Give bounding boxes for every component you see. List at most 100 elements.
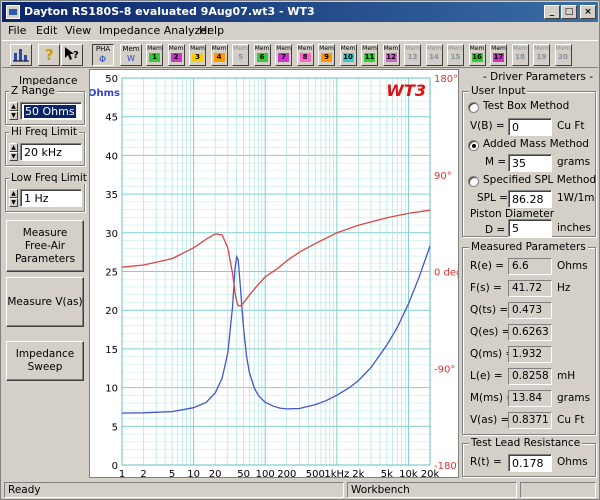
memory-slot-10-button[interactable]: Mem 10	[339, 44, 357, 66]
y2-tick-label: -90°	[434, 364, 455, 375]
hi-freq-label: Hi Freq Limit	[9, 126, 80, 138]
spin-up-icon[interactable]: ▲	[9, 143, 18, 152]
memory-slot-17-button[interactable]: Mem 17	[490, 44, 507, 66]
measure-free-air-button[interactable]: Measure Free-Air Parameters	[6, 220, 84, 272]
memory-slot-4-button[interactable]: Mem 4	[210, 44, 228, 66]
memory-slot-number: 3	[192, 53, 203, 62]
memory-slot-number: 13	[407, 53, 418, 62]
mem-w-button[interactable]: Mem W	[120, 44, 142, 66]
spin-down-icon[interactable]: ▼	[9, 111, 18, 120]
memory-slot-number: 7	[278, 53, 289, 62]
spl-field[interactable]: 86.28	[508, 190, 552, 208]
added-mass-radio[interactable]	[468, 140, 479, 151]
memory-slot-19-button[interactable]: Mem 19	[533, 44, 550, 66]
menu-view[interactable]: View	[65, 24, 91, 37]
memory-slot-15-button[interactable]: Mem 15	[447, 44, 464, 66]
x-tick-label: 20	[209, 469, 222, 477]
y-tick-label: 15	[105, 345, 118, 356]
memory-slot-11-button[interactable]: Mem 11	[361, 44, 378, 66]
spin-down-icon[interactable]: ▼	[9, 198, 18, 207]
minimize-button[interactable]: _	[544, 5, 560, 19]
hi-freq-field[interactable]: 20 kHz	[20, 143, 82, 161]
test-box-label[interactable]: Test Box Method	[483, 100, 569, 112]
spl-unit: 1W/1m	[557, 192, 595, 204]
param-label: F(s) =	[470, 282, 502, 294]
memory-slot-2-button[interactable]: Mem 2	[167, 44, 185, 66]
vb-field[interactable]: 0	[508, 118, 552, 136]
param-label: V(as) =	[470, 414, 510, 426]
chart-icon[interactable]	[10, 44, 32, 66]
memory-slot-6-button[interactable]: Mem 6	[253, 44, 271, 66]
memory-slot-label: Mem	[469, 45, 485, 52]
memory-slot-9-button[interactable]: Mem 9	[318, 44, 335, 66]
memory-slot-label: Mem	[190, 45, 205, 52]
vb-unit: Cu Ft	[557, 120, 585, 132]
driver-params-title: - Driver Parameters -	[483, 71, 594, 83]
y-tick-label: 45	[105, 113, 118, 124]
close-button[interactable]: ×	[580, 5, 596, 19]
context-help-icon[interactable]: ?	[61, 44, 83, 66]
memory-slot-14-button[interactable]: Mem 14	[425, 44, 443, 66]
memory-slot-20-button[interactable]: Mem 20	[554, 44, 572, 66]
help-icon[interactable]: ?	[38, 44, 60, 66]
memory-slot-1-button[interactable]: Mem 1	[146, 44, 163, 66]
low-freq-spinner[interactable]: ▲ ▼	[9, 189, 18, 207]
spl-method-label[interactable]: Specified SPL Method	[483, 174, 596, 186]
memory-slot-16-button[interactable]: Mem 16	[468, 44, 486, 66]
d-field[interactable]: 5	[508, 219, 552, 237]
spin-up-icon[interactable]: ▲	[9, 189, 18, 198]
menu-bar: File Edit View Impedance Analyzer Help	[2, 22, 598, 40]
menu-help[interactable]: Help	[199, 24, 224, 37]
z-range-spinner[interactable]: ▲ ▼	[9, 102, 18, 120]
m-field[interactable]: 35	[508, 154, 552, 172]
memory-slot-7-button[interactable]: Mem 7	[275, 44, 292, 66]
test-box-radio[interactable]	[468, 102, 479, 113]
param-unit: Hz	[557, 282, 571, 294]
hi-freq-spinner[interactable]: ▲ ▼	[9, 143, 18, 161]
y-tick-label: 0	[112, 461, 118, 472]
param-value: 0.8371	[508, 412, 552, 429]
wt3-logo: WT3	[386, 81, 426, 100]
measure-vas-button[interactable]: Measure V(as)	[6, 277, 84, 327]
z-range-group: Z Range ▲ ▼ 50 Ohms	[5, 85, 85, 125]
memory-slot-label: Mem	[491, 45, 506, 52]
memory-slot-13-button[interactable]: Mem 13	[404, 44, 421, 66]
x-tick-label: 2k	[352, 469, 364, 477]
added-mass-label[interactable]: Added Mass Method	[483, 138, 589, 150]
memory-slot-number: 5	[235, 53, 246, 62]
memory-slot-label: Mem	[555, 45, 571, 52]
spl-method-radio[interactable]	[468, 176, 479, 187]
memory-slot-18-button[interactable]: Mem 18	[511, 44, 529, 66]
memory-slot-8-button[interactable]: Mem 8	[296, 44, 314, 66]
chart-svg: 1 2 5 10 20 50 100 200 500 1kHz 2k 5k 10k 20k05101520…	[88, 74, 462, 480]
title-bar[interactable]: Dayton RS180S-8 evaluated 9Aug07.wt3 - W…	[2, 2, 598, 22]
memory-slot-label: Mem	[233, 45, 248, 52]
low-freq-field[interactable]: 1 Hz	[20, 189, 82, 207]
memory-slot-label: Mem	[448, 45, 463, 52]
right-panel: - Driver Parameters - User Input Test Bo…	[460, 69, 599, 479]
memory-slot-3-button[interactable]: Mem 3	[189, 44, 206, 66]
svg-text:?: ?	[45, 46, 54, 63]
maximize-button[interactable]: □	[561, 5, 577, 19]
low-freq-label: Low Freq Limit	[9, 172, 89, 184]
spin-up-icon[interactable]: ▲	[9, 102, 18, 111]
memory-slot-label: Mem	[512, 45, 528, 52]
d-unit: inches	[557, 222, 591, 234]
menu-impedance-analyzer[interactable]: Impedance Analyzer	[99, 24, 212, 37]
phase-toggle-button[interactable]: PHA Φ	[92, 44, 114, 66]
app-icon[interactable]	[6, 5, 20, 19]
memory-slot-5-button[interactable]: Mem 5	[232, 44, 249, 66]
rt-field[interactable]: 0.178	[508, 454, 552, 472]
spin-down-icon[interactable]: ▼	[9, 152, 18, 161]
menu-file[interactable]: File	[8, 24, 26, 37]
memory-slot-12-button[interactable]: Mem 12	[382, 44, 400, 66]
param-label: R(e) =	[470, 260, 505, 272]
menu-edit[interactable]: Edit	[36, 24, 57, 37]
phase-label: PHA	[95, 45, 111, 53]
param-unit: grams	[557, 392, 591, 404]
param-value: 0.8258	[508, 368, 552, 385]
z-range-field[interactable]: 50 Ohms	[20, 102, 82, 120]
impedance-sweep-button[interactable]: Impedance Sweep	[6, 341, 84, 381]
x-tick-label: 500	[306, 469, 325, 477]
x-tick-label: 5	[169, 469, 175, 477]
